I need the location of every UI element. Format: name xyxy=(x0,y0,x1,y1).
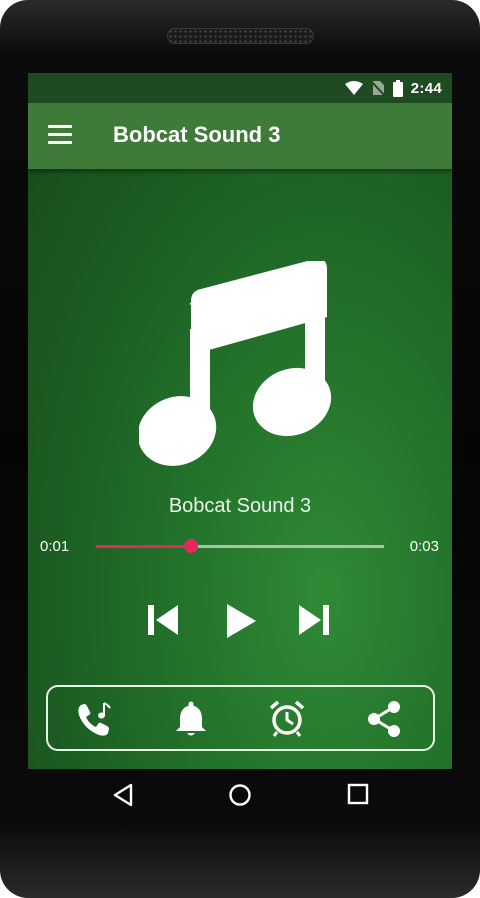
battery-icon xyxy=(392,79,403,97)
action-bar xyxy=(46,685,435,751)
page-title: Bobcat Sound 3 xyxy=(113,122,281,147)
current-time: 0:01 xyxy=(40,538,70,555)
back-icon[interactable] xyxy=(112,783,134,807)
phone-frame: 2:44 Bobcat Sound 3 Bobcat Sound 3 0:01 … xyxy=(0,0,480,898)
alarm-clock-icon[interactable] xyxy=(267,699,307,739)
skip-next-icon[interactable] xyxy=(297,603,331,637)
app-bar: Bobcat Sound 3 xyxy=(28,103,452,169)
seek-bar-progress xyxy=(96,545,192,548)
skip-previous-icon[interactable] xyxy=(146,603,180,637)
hamburger-menu-icon[interactable] xyxy=(48,125,72,147)
play-icon[interactable] xyxy=(225,603,257,639)
system-navigation-bar xyxy=(28,769,452,825)
earpiece-speaker xyxy=(167,28,314,44)
ringtone-icon[interactable] xyxy=(75,699,115,739)
home-icon[interactable] xyxy=(228,783,252,807)
no-sim-icon xyxy=(370,80,385,96)
track-duration: 0:03 xyxy=(409,538,439,555)
track-title: Bobcat Sound 3 xyxy=(168,495,312,517)
music-note-icon xyxy=(139,261,332,466)
app-screen: 2:44 Bobcat Sound 3 Bobcat Sound 3 0:01 … xyxy=(28,73,452,769)
status-bar: 2:44 xyxy=(28,73,452,103)
seek-bar-thumb[interactable] xyxy=(184,539,199,553)
seek-bar[interactable] xyxy=(96,539,384,553)
notification-bell-icon[interactable] xyxy=(171,699,211,739)
share-icon[interactable] xyxy=(364,699,404,739)
wifi-icon xyxy=(344,81,363,95)
recents-icon[interactable] xyxy=(347,783,369,805)
status-time: 2:44 xyxy=(410,79,442,97)
